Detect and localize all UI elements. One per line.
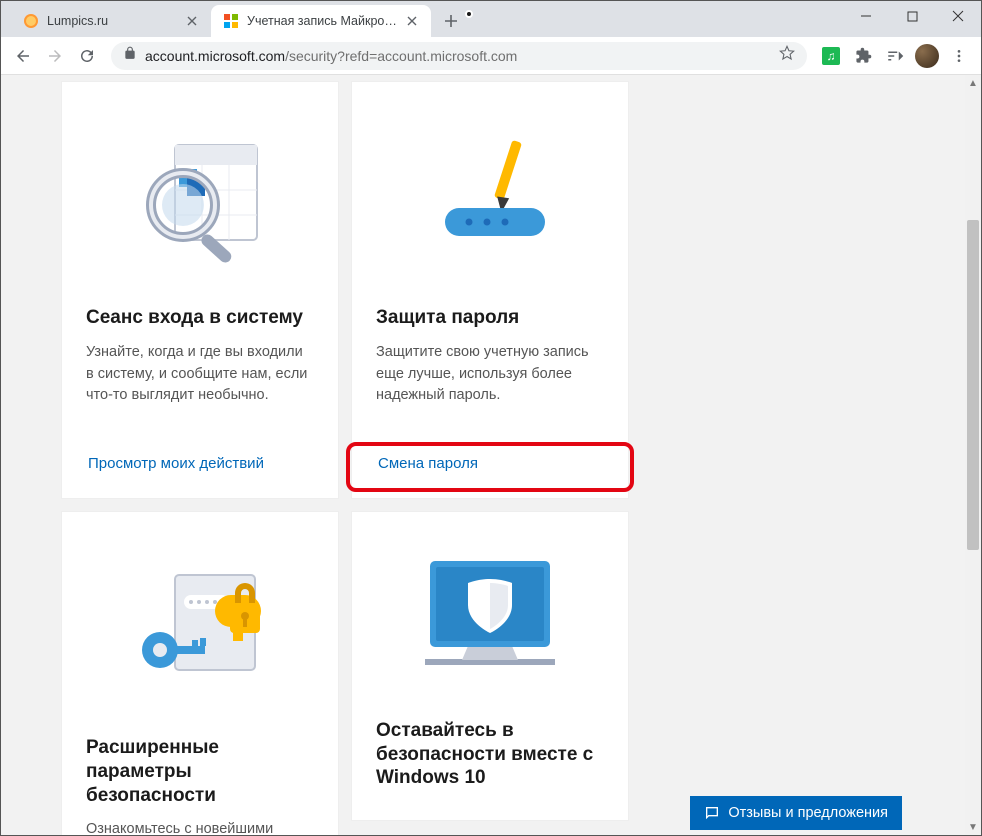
card-signin-activity: Сеанс входа в систему Узнайте, когда и г… — [61, 81, 339, 499]
chat-icon — [704, 805, 720, 821]
back-button[interactable] — [9, 42, 37, 70]
scrollbar-thumb[interactable] — [967, 220, 979, 550]
url-text: account.microsoft.com/security?refd=acco… — [145, 48, 771, 64]
browser-tab-microsoft-account[interactable]: Учетная запись Майкрософт | S — [211, 5, 431, 37]
vertical-scrollbar[interactable]: ▲ ▼ — [965, 75, 981, 835]
bookmark-star-icon[interactable] — [779, 45, 795, 66]
address-bar[interactable]: account.microsoft.com/security?refd=acco… — [111, 42, 807, 70]
new-tab-button[interactable] — [437, 7, 465, 35]
feedback-label: Отзывы и предложения — [728, 805, 888, 821]
extensions-puzzle-icon[interactable] — [849, 42, 877, 70]
illustration-password — [376, 106, 604, 284]
lock-icon[interactable] — [123, 46, 137, 65]
card-description: Защитите свою учетную запись еще лучше, … — [376, 342, 604, 429]
card-description: Узнайте, когда и где вы входили в систем… — [86, 342, 314, 429]
page-content: Сеанс входа в систему Узнайте, когда и г… — [1, 75, 965, 835]
window-titlebar: Lumpics.ru Учетная запись Майкрософт | S — [1, 1, 981, 37]
tab-title: Учетная запись Майкрософт | S — [247, 14, 397, 28]
tab-account-indicator[interactable] — [465, 10, 473, 18]
card-description: Ознакомьтесь с новейшими параметрами защ… — [86, 819, 314, 835]
card-title: Сеанс входа в систему — [86, 306, 314, 330]
card-title: Защита пароля — [376, 306, 604, 330]
forward-button — [41, 42, 69, 70]
maximize-button[interactable] — [889, 1, 935, 31]
illustration-windows-defender — [376, 536, 604, 697]
scroll-down-arrow[interactable]: ▼ — [965, 819, 981, 835]
illustration-signin — [86, 106, 314, 284]
link-change-password[interactable]: Смена пароля — [376, 447, 604, 480]
browser-toolbar: account.microsoft.com/security?refd=acco… — [1, 37, 981, 75]
reload-button[interactable] — [73, 42, 101, 70]
card-windows-safety: Оставайтесь в безопасности вместе с Wind… — [351, 511, 629, 821]
extension-music-icon[interactable]: ♫ — [817, 42, 845, 70]
favicon-microsoft — [223, 13, 239, 29]
tab-title: Lumpics.ru — [47, 14, 177, 28]
card-title: Расширенные параметры безопасности — [86, 736, 314, 807]
browser-tabs: Lumpics.ru Учетная запись Майкрософт | S — [1, 1, 465, 37]
favicon-lumpics — [23, 13, 39, 29]
link-view-activity[interactable]: Просмотр моих действий — [86, 447, 314, 480]
window-controls — [843, 1, 981, 37]
browser-menu-icon[interactable] — [945, 42, 973, 70]
close-window-button[interactable] — [935, 1, 981, 31]
close-tab-icon[interactable] — [405, 14, 419, 28]
scroll-up-arrow[interactable]: ▲ — [965, 75, 981, 91]
illustration-advanced-security — [86, 536, 314, 714]
close-tab-icon[interactable] — [185, 14, 199, 28]
feedback-button[interactable]: Отзывы и предложения — [690, 796, 902, 830]
card-password-protection: Защита пароля Защитите свою учетную запи… — [351, 81, 629, 499]
minimize-button[interactable] — [843, 1, 889, 31]
card-title: Оставайтесь в безопасности вместе с Wind… — [376, 719, 604, 790]
media-control-icon[interactable] — [881, 42, 909, 70]
browser-tab-lumpics[interactable]: Lumpics.ru — [11, 5, 211, 37]
profile-avatar[interactable] — [913, 42, 941, 70]
card-advanced-security: Расширенные параметры безопасности Ознак… — [61, 511, 339, 835]
